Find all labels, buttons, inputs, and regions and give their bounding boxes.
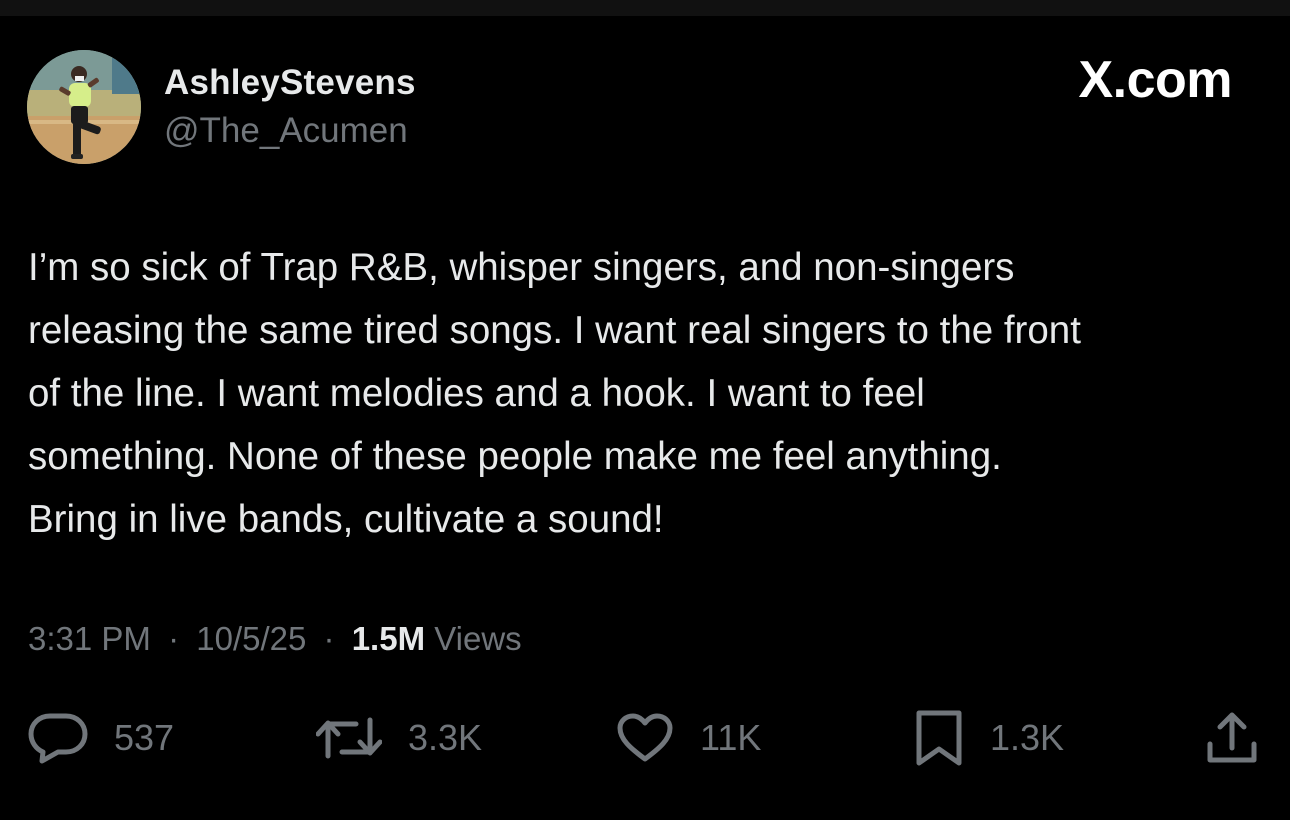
views-label: Views	[434, 620, 522, 657]
tweet-time[interactable]: 3:31 PM	[28, 620, 151, 657]
tweet-meta: 3:31 PM · 10/5/25 · 1.5M Views	[28, 620, 522, 658]
tweet-date[interactable]: 10/5/25	[196, 620, 306, 657]
heart-icon	[616, 712, 674, 764]
like-count: 11K	[700, 717, 762, 758]
tweet-text-line: Bring in live bands, cultivate a sound!	[28, 498, 664, 541]
reply-button[interactable]: 537	[28, 710, 174, 766]
reply-icon	[28, 712, 88, 764]
reply-count: 537	[114, 717, 175, 758]
tweet-text-line: of the line. I want melodies and a hook.…	[28, 372, 925, 415]
brand-watermark: X.com	[1078, 54, 1232, 106]
handle[interactable]: @The_Acumen	[164, 111, 408, 151]
share-button[interactable]	[1204, 710, 1260, 766]
tweet-text-line: releasing the same tired songs. I want r…	[28, 309, 1081, 352]
repost-button[interactable]: 3.3K	[316, 710, 482, 766]
top-strip	[0, 0, 1290, 16]
meta-separator: ·	[168, 620, 180, 657]
tweet-text-line: something. None of these people make me …	[28, 435, 1002, 478]
bookmark-icon	[914, 709, 964, 767]
views-count[interactable]: 1.5M	[352, 620, 425, 657]
like-button[interactable]: 11K	[616, 710, 761, 766]
tweet-card: AshleyStevens @The_Acumen X.com I’m so s…	[0, 16, 1290, 820]
repost-count: 3.3K	[408, 717, 483, 758]
share-icon	[1204, 710, 1260, 766]
avatar[interactable]	[27, 50, 141, 164]
display-name[interactable]: AshleyStevens	[164, 63, 416, 103]
tweet-text: I’m so sick of Trap R&B, whisper singers…	[28, 236, 1268, 551]
bookmark-count: 1.3K	[990, 717, 1065, 758]
repost-icon	[316, 712, 382, 764]
avatar-photo	[27, 50, 141, 164]
tweet-text-line: I’m so sick of Trap R&B, whisper singers…	[28, 246, 1015, 289]
brand-text: X.com	[1078, 51, 1232, 109]
action-bar: 537 3.3K 11K 1.3K	[0, 710, 1290, 770]
bookmark-button[interactable]: 1.3K	[914, 710, 1064, 766]
meta-separator: ·	[323, 620, 335, 657]
